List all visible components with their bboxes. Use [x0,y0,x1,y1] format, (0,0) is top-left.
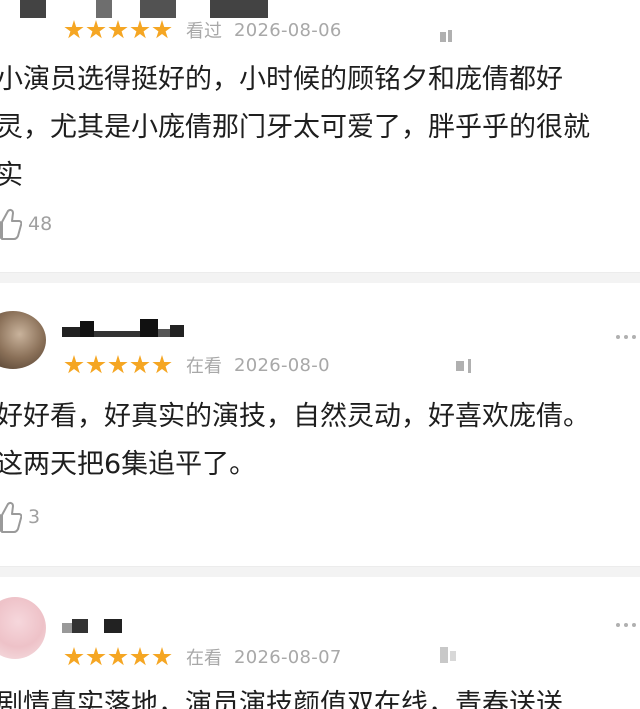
watch-status: 看过 [186,21,222,42]
review-text-line: 这两天把6集追平了。 [0,449,257,480]
review-card-1: 看过 2026-08-06 小演员选得挺好的，小时候的顾铭夕和庞倩都好 灵，尤其… [0,0,640,276]
star-icon [108,647,128,666]
review-date: 2026-08-06 [234,19,342,41]
review-card-2: 在看 2026-08-0 好好看，好真实的演技，自然灵动，好喜欢庞倩。 这两天把… [0,283,640,567]
thumb-up-icon [0,501,22,533]
star-icon [108,355,128,374]
star-icon [64,647,84,666]
reviewer-name-mosaic [62,315,184,337]
review-text-line: 好好看，好真实的演技，自然灵动，好喜欢庞倩。 [0,401,590,432]
review-text: 好好看，好真实的演技，自然灵动，好喜欢庞倩。 这两天把6集追平了。 [0,393,640,489]
thumb-up-icon [0,208,22,240]
more-options-icon[interactable] [616,617,640,633]
review-date: 2026-08-07 [234,646,342,668]
review-meta: 看过 2026-08-06 [64,16,342,44]
star-icon [64,20,84,39]
star-icon [130,647,150,666]
like-count: 3 [28,506,41,528]
star-icon [130,20,150,39]
star-icon [130,355,150,374]
watch-status: 在看 [186,356,222,377]
star-icon [86,647,106,666]
review-text-line: 小演员选得挺好的，小时候的顾铭夕和庞倩都好 [0,64,563,95]
star-icon [86,355,106,374]
rating-stars [64,355,172,375]
rating-stars [64,20,172,40]
review-card-3: 在看 2026-08-07 剧情真实落地，演员演技颜值双在线，青春送送 [0,577,640,709]
star-icon [108,20,128,39]
review-date: 2026-08-0 [234,354,330,376]
more-options-icon[interactable] [440,647,464,663]
more-options-icon[interactable] [616,329,640,345]
watch-status: 在看 [186,648,222,669]
like-count: 48 [28,213,53,235]
like-button[interactable]: 3 [0,497,40,537]
more-options-icon[interactable] [440,28,464,44]
avatar [0,597,46,659]
star-icon [152,355,172,374]
review-text: 小演员选得挺好的，小时候的顾铭夕和庞倩都好 灵，尤其是小庞倩那门牙太可爱了，胖乎… [0,56,640,200]
review-text-line: 剧情真实落地，演员演技颜值双在线，青春送送 [0,689,563,709]
avatar [0,311,46,369]
review-text-line: 实 [0,160,23,191]
like-button[interactable]: 48 [0,204,52,244]
review-meta: 在看 2026-08-0 [64,351,330,379]
star-icon [152,20,172,39]
star-icon [86,20,106,39]
review-text-line: 灵，尤其是小庞倩那门牙太可爱了，胖乎乎的很就 [0,112,590,143]
star-icon [64,355,84,374]
star-icon [152,647,172,666]
more-options-icon[interactable] [456,359,480,375]
reviewer-name-mosaic [62,611,122,633]
rating-stars [64,647,172,667]
review-meta: 在看 2026-08-07 [64,643,342,671]
review-text: 剧情真实落地，演员演技颜值双在线，青春送送 [0,681,640,709]
